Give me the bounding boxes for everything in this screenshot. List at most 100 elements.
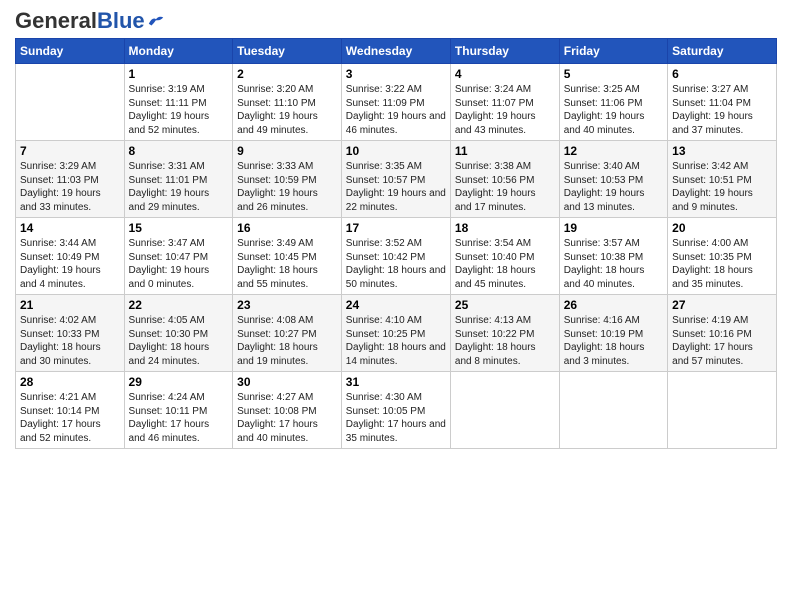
calendar-cell: 3 Sunrise: 3:22 AMSunset: 11:09 PMDayligh… [341, 64, 450, 141]
calendar-cell [450, 372, 559, 449]
day-number: 30 [237, 375, 337, 389]
day-detail: Sunrise: 4:08 AMSunset: 10:27 PMDaylight… [237, 314, 337, 368]
day-number: 9 [237, 144, 337, 158]
day-number: 26 [564, 298, 663, 312]
calendar-cell: 4 Sunrise: 3:24 AMSunset: 11:07 PMDayligh… [450, 64, 559, 141]
day-number: 25 [455, 298, 555, 312]
calendar-cell: 23 Sunrise: 4:08 AMSunset: 10:27 PMDaylig… [233, 295, 342, 372]
day-detail: Sunrise: 3:33 AMSunset: 10:59 PMDaylight… [237, 160, 337, 214]
calendar-cell [668, 372, 777, 449]
header-day-friday: Friday [559, 39, 667, 64]
header-day-wednesday: Wednesday [341, 39, 450, 64]
day-number: 3 [346, 67, 446, 81]
calendar-cell: 15Sunrise: 3:47 AMSunset: 10:47 PMDaylig… [124, 218, 233, 295]
calendar-cell [16, 64, 125, 141]
calendar-cell: 31 Sunrise: 4:30 AMSunset: 10:05 PMDaylig… [341, 372, 450, 449]
day-detail: Sunrise: 4:13 AMSunset: 10:22 PMDaylight… [455, 314, 555, 368]
calendar-cell: 30 Sunrise: 4:27 AMSunset: 10:08 PMDaylig… [233, 372, 342, 449]
calendar-cell: 22Sunrise: 4:05 AMSunset: 10:30 PMDaylig… [124, 295, 233, 372]
calendar-cell: 10 Sunrise: 3:35 AMSunset: 10:57 PMDaylig… [341, 141, 450, 218]
day-number: 20 [672, 221, 772, 235]
header-day-monday: Monday [124, 39, 233, 64]
day-detail: Sunrise: 3:47 AMSunset: 10:47 PMDaylight… [129, 237, 229, 291]
day-number: 27 [672, 298, 772, 312]
calendar-cell: 18 Sunrise: 3:54 AMSunset: 10:40 PMDaylig… [450, 218, 559, 295]
day-number: 28 [20, 375, 120, 389]
day-detail: Sunrise: 3:38 AMSunset: 10:56 PMDaylight… [455, 160, 555, 214]
logo-general: General [15, 8, 97, 33]
logo-text: GeneralBlue [15, 10, 145, 32]
day-detail: Sunrise: 3:24 AMSunset: 11:07 PMDaylight… [455, 83, 555, 137]
day-number: 10 [346, 144, 446, 158]
calendar-cell: 6 Sunrise: 3:27 AMSunset: 11:04 PMDayligh… [668, 64, 777, 141]
logo-bird-icon [147, 14, 165, 28]
calendar-cell: 27 Sunrise: 4:19 AMSunset: 10:16 PMDaylig… [668, 295, 777, 372]
calendar-week-row: 21Sunrise: 4:02 AMSunset: 10:33 PMDaylig… [16, 295, 777, 372]
day-detail: Sunrise: 3:29 AMSunset: 11:03 PMDaylight… [20, 160, 120, 214]
calendar-cell: 1 Sunrise: 3:19 AMSunset: 11:11 PMDayligh… [124, 64, 233, 141]
day-number: 23 [237, 298, 337, 312]
day-number: 11 [455, 144, 555, 158]
header-day-thursday: Thursday [450, 39, 559, 64]
day-detail: Sunrise: 3:52 AMSunset: 10:42 PMDaylight… [346, 237, 446, 291]
day-number: 22 [129, 298, 229, 312]
calendar-cell: 12Sunrise: 3:40 AMSunset: 10:53 PMDaylig… [559, 141, 667, 218]
day-detail: Sunrise: 3:31 AMSunset: 11:01 PMDaylight… [129, 160, 229, 214]
header-day-saturday: Saturday [668, 39, 777, 64]
day-detail: Sunrise: 3:42 AMSunset: 10:51 PMDaylight… [672, 160, 772, 214]
calendar-cell: 20 Sunrise: 4:00 AMSunset: 10:35 PMDaylig… [668, 218, 777, 295]
calendar-week-row: 14 Sunrise: 3:44 AMSunset: 10:49 PMDaylig… [16, 218, 777, 295]
calendar-week-row: 1 Sunrise: 3:19 AMSunset: 11:11 PMDayligh… [16, 64, 777, 141]
day-number: 14 [20, 221, 120, 235]
logo: GeneralBlue [15, 10, 165, 32]
calendar-cell: 14 Sunrise: 3:44 AMSunset: 10:49 PMDaylig… [16, 218, 125, 295]
calendar-header-row: SundayMondayTuesdayWednesdayThursdayFrid… [16, 39, 777, 64]
day-detail: Sunrise: 3:44 AMSunset: 10:49 PMDaylight… [20, 237, 120, 291]
day-detail: Sunrise: 4:30 AMSunset: 10:05 PMDaylight… [346, 391, 446, 445]
day-number: 19 [564, 221, 663, 235]
day-number: 6 [672, 67, 772, 81]
day-detail: Sunrise: 3:22 AMSunset: 11:09 PMDaylight… [346, 83, 446, 137]
day-number: 7 [20, 144, 120, 158]
day-detail: Sunrise: 3:25 AMSunset: 11:06 PMDaylight… [564, 83, 663, 137]
day-detail: Sunrise: 3:27 AMSunset: 11:04 PMDaylight… [672, 83, 772, 137]
calendar-cell: 13Sunrise: 3:42 AMSunset: 10:51 PMDaylig… [668, 141, 777, 218]
day-detail: Sunrise: 3:20 AMSunset: 11:10 PMDaylight… [237, 83, 337, 137]
day-detail: Sunrise: 3:49 AMSunset: 10:45 PMDaylight… [237, 237, 337, 291]
day-detail: Sunrise: 4:02 AMSunset: 10:33 PMDaylight… [20, 314, 120, 368]
calendar-cell: 29Sunrise: 4:24 AMSunset: 10:11 PMDaylig… [124, 372, 233, 449]
day-detail: Sunrise: 4:10 AMSunset: 10:25 PMDaylight… [346, 314, 446, 368]
day-detail: Sunrise: 4:27 AMSunset: 10:08 PMDaylight… [237, 391, 337, 445]
calendar-cell: 21Sunrise: 4:02 AMSunset: 10:33 PMDaylig… [16, 295, 125, 372]
day-detail: Sunrise: 3:35 AMSunset: 10:57 PMDaylight… [346, 160, 446, 214]
calendar-cell: 5 Sunrise: 3:25 AMSunset: 11:06 PMDayligh… [559, 64, 667, 141]
day-detail: Sunrise: 4:00 AMSunset: 10:35 PMDaylight… [672, 237, 772, 291]
day-number: 18 [455, 221, 555, 235]
calendar-cell: 9 Sunrise: 3:33 AMSunset: 10:59 PMDayligh… [233, 141, 342, 218]
logo-blue: Blue [97, 8, 145, 33]
day-number: 5 [564, 67, 663, 81]
calendar-cell: 24Sunrise: 4:10 AMSunset: 10:25 PMDaylig… [341, 295, 450, 372]
calendar-cell: 17 Sunrise: 3:52 AMSunset: 10:42 PMDaylig… [341, 218, 450, 295]
day-number: 12 [564, 144, 663, 158]
day-detail: Sunrise: 3:54 AMSunset: 10:40 PMDaylight… [455, 237, 555, 291]
day-detail: Sunrise: 4:24 AMSunset: 10:11 PMDaylight… [129, 391, 229, 445]
day-number: 2 [237, 67, 337, 81]
calendar-table: SundayMondayTuesdayWednesdayThursdayFrid… [15, 38, 777, 449]
day-number: 31 [346, 375, 446, 389]
calendar-cell: 11 Sunrise: 3:38 AMSunset: 10:56 PMDaylig… [450, 141, 559, 218]
day-number: 1 [129, 67, 229, 81]
day-detail: Sunrise: 3:57 AMSunset: 10:38 PMDaylight… [564, 237, 663, 291]
calendar-cell: 7 Sunrise: 3:29 AMSunset: 11:03 PMDayligh… [16, 141, 125, 218]
day-detail: Sunrise: 4:16 AMSunset: 10:19 PMDaylight… [564, 314, 663, 368]
day-number: 4 [455, 67, 555, 81]
calendar-cell: 25 Sunrise: 4:13 AMSunset: 10:22 PMDaylig… [450, 295, 559, 372]
calendar-week-row: 28Sunrise: 4:21 AMSunset: 10:14 PMDaylig… [16, 372, 777, 449]
day-number: 8 [129, 144, 229, 158]
header-day-sunday: Sunday [16, 39, 125, 64]
day-number: 17 [346, 221, 446, 235]
calendar-cell: 19 Sunrise: 3:57 AMSunset: 10:38 PMDaylig… [559, 218, 667, 295]
calendar-cell [559, 372, 667, 449]
day-detail: Sunrise: 3:19 AMSunset: 11:11 PMDaylight… [129, 83, 229, 137]
day-detail: Sunrise: 4:19 AMSunset: 10:16 PMDaylight… [672, 314, 772, 368]
